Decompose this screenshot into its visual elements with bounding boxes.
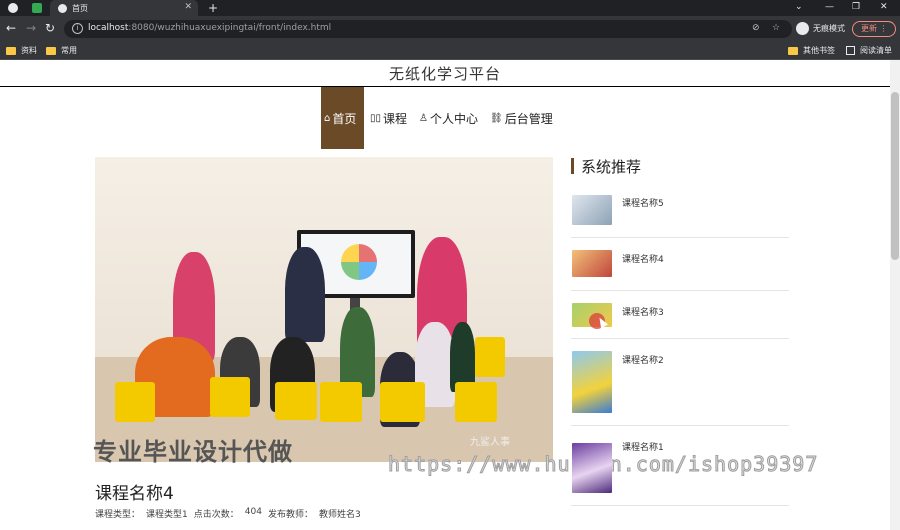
- course-thumbnail[interactable]: [572, 351, 612, 413]
- forward-icon[interactable]: →: [26, 21, 36, 35]
- browser-tab-bar: 首页 ✕ + ⌄ — ❐ ✕: [0, 0, 900, 16]
- recommend-item[interactable]: 课程名称5: [571, 190, 789, 238]
- folder-icon: [46, 46, 56, 55]
- incognito-profile[interactable]: 无痕模式: [796, 22, 845, 35]
- recommend-item-name[interactable]: 课程名称2: [622, 353, 664, 366]
- user-icon: ♙: [419, 112, 428, 124]
- home-icon: ⌂: [324, 112, 331, 124]
- scrollbar[interactable]: [890, 60, 900, 530]
- recommend-item[interactable]: 课程名称1: [571, 426, 789, 506]
- nav-profile[interactable]: ♙ 个人中心: [413, 87, 484, 149]
- click-count-label: 点击次数：: [193, 510, 239, 520]
- url-host: localhost: [88, 23, 129, 33]
- course-thumbnail[interactable]: [572, 250, 612, 277]
- bookmark-folder[interactable]: 常用: [46, 45, 77, 56]
- recommend-item-name[interactable]: 课程名称1: [622, 440, 664, 453]
- reading-list-icon: [846, 46, 855, 55]
- bookmarks-bar: 资料 常用 其他书签 阅读清单: [0, 42, 900, 60]
- globe-icon: [58, 3, 67, 13]
- reload-icon[interactable]: ↻: [45, 21, 55, 35]
- browser-menu-icon[interactable]: [8, 3, 18, 13]
- course-type-value: 课程类型1: [146, 510, 188, 520]
- url-input[interactable]: i localhost:8080/wuzhihuaxuexipingtai/fr…: [64, 20, 792, 38]
- nav-admin[interactable]: ⛓ 后台管理: [484, 87, 559, 149]
- close-window-icon[interactable]: ✕: [880, 2, 888, 12]
- new-tab-button[interactable]: +: [208, 1, 218, 15]
- eye-off-icon[interactable]: ⊘: [752, 23, 760, 33]
- recommend-header: 系统推荐: [571, 157, 642, 176]
- bookmark-folder[interactable]: 资料: [6, 45, 37, 56]
- watermark-corner: 九鲨人事: [470, 437, 510, 448]
- incognito-icon: [796, 22, 809, 35]
- recommend-item-name[interactable]: 课程名称3: [622, 305, 664, 318]
- recommend-title: 系统推荐: [581, 157, 642, 176]
- folder-icon: [788, 46, 798, 55]
- teacher-label: 发布教师：: [267, 510, 313, 520]
- profile-label: 无痕模式: [813, 24, 845, 33]
- browser-tab-active[interactable]: 首页 ✕: [50, 0, 198, 16]
- url-path: :8080/wuzhihuaxuexipingtai/front/index.h…: [128, 23, 332, 33]
- tab-title: 首页: [72, 3, 88, 13]
- address-toolbar: ← → ↻ i localhost:8080/wuzhihuaxuexiping…: [0, 16, 900, 42]
- update-button[interactable]: 更新 ⋮: [852, 21, 896, 37]
- course-title: 课程名称4: [95, 484, 174, 504]
- nav-courses[interactable]: ▯▯ 课程: [364, 87, 413, 149]
- book-icon: ▯▯: [370, 112, 382, 124]
- scrollbar-thumb[interactable]: [891, 92, 899, 260]
- reading-list[interactable]: 阅读清单: [846, 45, 892, 56]
- click-count-value: 404: [244, 507, 262, 517]
- recommend-item[interactable]: 课程名称3: [571, 291, 789, 339]
- hero-caption: 专业毕业设计代做: [93, 438, 293, 466]
- section-marker: [571, 158, 574, 174]
- course-meta: 课程类型： 课程类型1 点击次数： 404 发布教师： 教师姓名3: [95, 507, 367, 520]
- course-hero-image[interactable]: [95, 157, 553, 462]
- site-header: 无纸化学习平台: [0, 60, 890, 87]
- teacher-value: 教师姓名3: [318, 510, 361, 520]
- close-tab-icon[interactable]: ✕: [184, 2, 192, 12]
- nav-home[interactable]: ⌂ 首页: [321, 87, 364, 149]
- restore-icon[interactable]: ❐: [852, 2, 860, 12]
- info-icon[interactable]: i: [72, 23, 83, 34]
- site-title: 无纸化学习平台: [388, 65, 501, 83]
- folder-icon: [6, 46, 16, 55]
- back-icon[interactable]: ←: [6, 21, 16, 35]
- recommend-item[interactable]: 课程名称2: [571, 339, 789, 426]
- star-icon[interactable]: ☆: [772, 23, 780, 33]
- course-thumbnail[interactable]: [572, 443, 612, 493]
- course-type-label: 课程类型：: [95, 510, 141, 520]
- main-nav: ⌂ 首页 ▯▯ 课程 ♙ 个人中心 ⛓ 后台管理: [321, 87, 559, 149]
- link-icon: ⛓: [490, 112, 503, 124]
- chevron-down-icon[interactable]: ⌄: [795, 2, 803, 12]
- minimize-icon[interactable]: —: [825, 2, 834, 12]
- course-thumbnail[interactable]: [572, 195, 612, 225]
- pinned-tab-icon[interactable]: [32, 3, 42, 13]
- recommend-item-name[interactable]: 课程名称5: [622, 196, 664, 209]
- recommend-item[interactable]: 课程名称4: [571, 238, 789, 291]
- other-bookmarks[interactable]: 其他书签: [788, 45, 835, 56]
- recommend-item-name[interactable]: 课程名称4: [622, 252, 664, 265]
- web-page: 无纸化学习平台 ⌂ 首页 ▯▯ 课程 ♙ 个人中心 ⛓ 后台管理 专业毕业设计代…: [0, 60, 900, 530]
